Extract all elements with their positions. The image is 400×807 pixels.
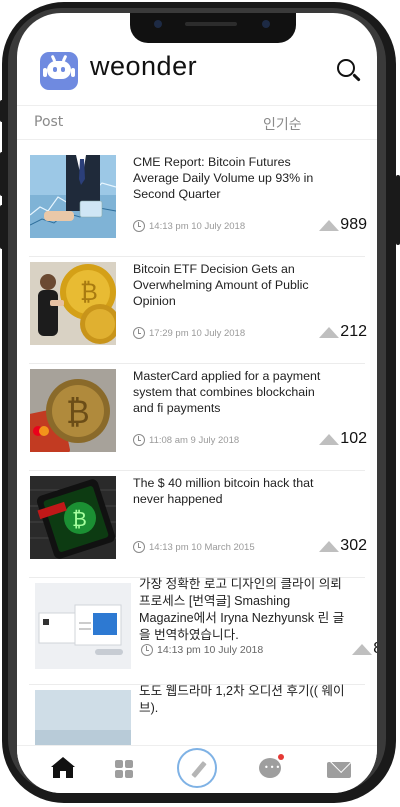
tab-post[interactable]: Post [34, 114, 63, 130]
post-meta: 11:08 am 9 July 2018 [133, 434, 239, 446]
pencil-icon[interactable] [177, 748, 217, 788]
post-thumbnail: ₿ [30, 369, 116, 452]
vote-count: 302 [340, 537, 367, 554]
post-thumbnail: ₿ [30, 476, 116, 559]
post-thumbnail [35, 583, 131, 669]
post-item[interactable]: ₿ MasterCard applied for a payment syste… [29, 364, 367, 471]
post-title[interactable]: CME Report: Bitcoin Futures Average Dail… [133, 154, 337, 202]
vote-count: 82 [373, 640, 377, 658]
post-item[interactable]: ₿ Bitcoin ETF Decision Gets an Overwhelm… [29, 257, 367, 364]
post-title[interactable]: 가장 정확한 로고 디자인의 클라이 의뢰 프로세스 [번역글] Smashin… [139, 576, 347, 644]
search-icon[interactable] [335, 57, 363, 85]
notch [130, 13, 296, 43]
post-title[interactable]: 도도 웹드라마 1,2차 오디션 후기(( 웨이브). [139, 683, 347, 717]
power-button [396, 175, 400, 245]
sort-tabs: Post 인기순 [17, 105, 377, 140]
clock-icon [133, 327, 145, 339]
upvote-icon[interactable] [319, 540, 340, 552]
chat-icon[interactable]: ••• [254, 752, 290, 786]
bottom-navigation: ••• [17, 745, 377, 793]
speaker-grille [185, 22, 237, 26]
clock-icon [133, 434, 145, 446]
camera-icon [262, 20, 270, 28]
svg-text:₿: ₿ [66, 393, 90, 431]
upvote-icon[interactable] [352, 643, 373, 655]
vote-count: 102 [340, 430, 367, 447]
notification-badge [278, 754, 284, 760]
clock-icon [133, 220, 145, 232]
upvote-icon[interactable] [319, 326, 340, 338]
upvote-control[interactable]: 82 [352, 640, 377, 658]
post-time: 14:13 pm 10 July 2018 [149, 220, 246, 232]
clock-icon [141, 644, 153, 656]
upvote-control[interactable]: 102 [319, 430, 367, 448]
upvote-control[interactable]: 989 [319, 216, 367, 234]
svg-text:₿: ₿ [80, 278, 98, 306]
vote-count: 212 [340, 323, 367, 340]
app-screen: weonder Post 인기순 CME Report: Bitcoin Fut… [17, 13, 377, 793]
post-title[interactable]: The $ 40 million bitcoin hack that never… [133, 475, 337, 507]
vote-count: 989 [340, 216, 367, 233]
upvote-icon[interactable] [319, 433, 340, 445]
home-icon[interactable] [45, 752, 81, 786]
app-title: weonder [90, 51, 198, 81]
post-meta: 17:29 pm 10 July 2018 [133, 327, 245, 339]
volume-down-button [0, 205, 4, 249]
tab-popular[interactable]: 인기순 [263, 114, 302, 134]
post-title[interactable]: Bitcoin ETF Decision Gets an Overwhelmin… [133, 261, 337, 309]
mute-switch [0, 100, 4, 122]
post-thumbnail: ₿ [30, 262, 116, 345]
post-item[interactable]: CME Report: Bitcoin Futures Average Dail… [29, 150, 367, 257]
post-time: 17:29 pm 10 July 2018 [149, 327, 246, 339]
grid-icon[interactable] [109, 752, 145, 786]
upvote-icon[interactable] [319, 219, 340, 231]
post-item[interactable]: ₿ The $ 40 million bitcoin hack that nev… [29, 471, 367, 578]
post-feed: CME Report: Bitcoin Futures Average Dail… [17, 150, 377, 792]
post-meta: 14:13 pm 10 March 2015 [133, 541, 255, 553]
app-header: weonder [17, 43, 377, 105]
upvote-control[interactable]: 212 [319, 323, 367, 341]
svg-text:₿: ₿ [72, 507, 87, 531]
volume-up-button [0, 152, 4, 196]
upvote-control[interactable]: 302 [319, 537, 367, 555]
mail-icon[interactable] [324, 752, 360, 786]
post-item[interactable]: 가장 정확한 로고 디자인의 클라이 의뢰 프로세스 [번역글] Smashin… [29, 576, 377, 685]
post-time: 14:13 pm 10 July 2018 [157, 644, 264, 656]
discord-robot-logo-icon[interactable] [40, 52, 78, 90]
post-time: 14:13 pm 10 March 2015 [149, 541, 255, 553]
sensor-icon [154, 20, 162, 28]
clock-icon [133, 541, 145, 553]
post-meta: 14:13 pm 10 July 2018 [141, 644, 263, 656]
post-meta: 14:13 pm 10 July 2018 [133, 220, 245, 232]
post-thumbnail [30, 155, 116, 238]
post-time: 11:08 am 9 July 2018 [149, 434, 240, 446]
post-title[interactable]: MasterCard applied for a payment system … [133, 368, 337, 416]
